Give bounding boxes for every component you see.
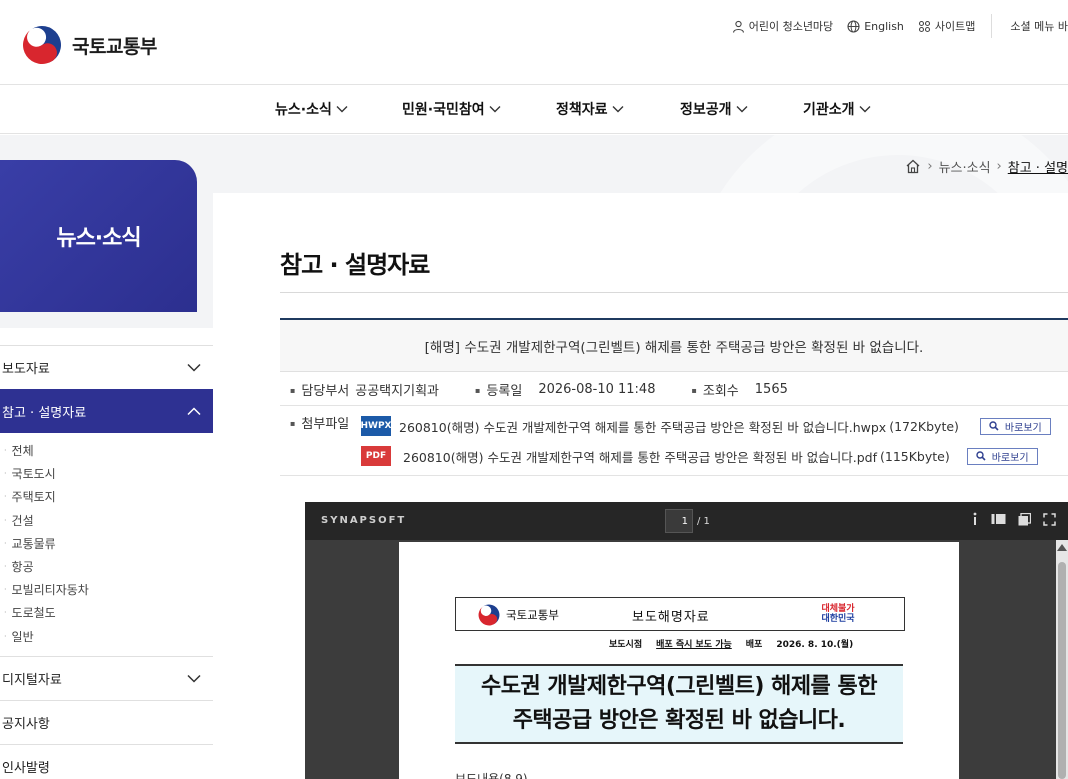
article-title: [해명] 수도권 개발제한구역(그린벨트) 해제를 통한 주택공급 방안은 확정… <box>280 318 1068 372</box>
article-meta: 담당부서 공공택지기획과 등록일 2026-08-10 11:48 조회수 15… <box>280 373 1068 406</box>
chevron-down-icon <box>489 105 501 113</box>
slogan-emblem: 대체불가 대한민국 <box>821 604 855 624</box>
taegeuk-logo-icon <box>23 26 61 64</box>
util-youth[interactable]: 어린이 청소년마당 <box>732 18 833 34</box>
header: 국토교통부 어린이 청소년마당 English 사이트맵 소셜 메뉴 바 <box>0 0 1068 85</box>
home-icon[interactable] <box>905 159 921 174</box>
gnb-policy[interactable]: 정책자료 <box>556 99 624 119</box>
search-icon <box>976 451 986 461</box>
chevron-down-icon <box>736 105 748 113</box>
meta-views: 조회수 1565 <box>691 380 788 399</box>
sidebar-title-box: 뉴스·소식 <box>0 160 197 312</box>
attachments-label: 첨부파일 <box>290 413 349 432</box>
globe-icon <box>847 19 860 33</box>
sidebar-item-notice[interactable]: 공지사항 <box>0 699 213 744</box>
chevron-up-icon <box>187 406 201 416</box>
doc-header-box: 국토교통부 보도해명자료 대체불가 대한민국 <box>455 597 905 631</box>
util-english[interactable]: English <box>847 20 904 33</box>
doc-title: 수도권 개발제한구역(그린벨트) 해제를 통한 주택공급 방안은 확정된 바 없… <box>455 664 903 744</box>
submenu-item-housing[interactable]: · 주택토지 <box>0 485 213 508</box>
document-viewer: SYNAPSOFT 1 / 1 국토교통부 보도해명자료 대체불가 대한민국 보… <box>305 502 1068 779</box>
meta-date: 등록일 2026-08-10 11:48 <box>475 380 655 399</box>
submenu-item-urban[interactable]: · 국토도시 <box>0 462 213 485</box>
breadcrumb-news[interactable]: 뉴스·소식 <box>939 157 991 176</box>
chevron-down-icon <box>187 363 201 372</box>
pdf-file-icon: PDF <box>361 446 391 466</box>
sidebar-item-reference[interactable]: 참고 · 설명자료 <box>0 389 213 433</box>
sidebar-title: 뉴스·소식 <box>56 226 141 251</box>
person-icon <box>732 20 745 33</box>
sidebar-item-press-release[interactable]: 보도자료 <box>0 345 213 389</box>
file-size: (115Kbyte) <box>879 448 950 464</box>
attachments: 첨부파일 HWPX 260810(해명) 수도권 개발제한구역 해제를 통한 주… <box>280 406 1068 476</box>
sitemap-icon <box>918 20 931 33</box>
taegeuk-logo-icon <box>478 604 500 626</box>
search-icon <box>989 421 999 431</box>
file-size: (172Kbyte) <box>889 418 959 434</box>
util-social[interactable]: 소셜 메뉴 바 <box>1010 18 1068 34</box>
file-link[interactable]: 260810(해명) 수도권 개발제한구역 해제를 통한 주택공급 방안은 확정… <box>403 447 877 466</box>
scroll-up-icon[interactable] <box>1057 544 1067 551</box>
doc-release-info: 보도시점 배포 즉시 보도 가능 배포 2026. 8. 10.(월) <box>609 640 854 650</box>
breadcrumb: › 뉴스·소식 › 참고 · 설명 <box>905 157 1068 176</box>
breadcrumb-separator: › <box>996 159 1002 174</box>
preview-button[interactable]: 바로보기 <box>979 417 1051 435</box>
submenu-item-aviation[interactable]: · 항공 <box>0 555 213 578</box>
doc-body: 보도내용(8.9) <box>455 772 528 779</box>
submenu-item-general[interactable]: · 일반 <box>0 625 213 648</box>
scroll-thumb[interactable] <box>1058 562 1066 779</box>
sidebar-item-personnel[interactable]: 인사발령 <box>0 743 213 779</box>
logo[interactable]: 국토교통부 <box>22 25 157 65</box>
submenu-item-road-rail[interactable]: · 도로철도 <box>0 601 213 624</box>
file-row: PDF 260810(해명) 수도권 개발제한구역 해제를 통한 주택공급 방안… <box>361 446 1038 466</box>
file-row: HWPX 260810(해명) 수도권 개발제한구역 해제를 통한 주택공급 방… <box>361 416 1051 436</box>
hwpx-file-icon: HWPX <box>361 416 392 436</box>
submenu-item-mobility[interactable]: · 모빌리티자동차 <box>0 578 213 601</box>
logo-text: 국토교통부 <box>72 35 157 58</box>
fit-page-icon[interactable] <box>1018 512 1031 526</box>
doc-type: 보도해명자료 <box>632 610 710 625</box>
viewer-scrollbar[interactable] <box>1056 540 1068 779</box>
gnb-civil[interactable]: 민원·국민참여 <box>402 99 501 119</box>
preview-button[interactable]: 바로보기 <box>966 447 1038 465</box>
submenu-item-logistics[interactable]: · 교통물류 <box>0 532 213 555</box>
gnb-about[interactable]: 기관소개 <box>803 99 871 119</box>
doc-org: 국토교통부 <box>478 604 559 626</box>
gnb-info[interactable]: 정보공개 <box>680 99 748 119</box>
page-indicator: 1 / 1 <box>665 509 710 533</box>
chevron-down-icon <box>612 105 624 113</box>
submenu-item-construction[interactable]: · 건설 <box>0 509 213 532</box>
chevron-down-icon <box>336 105 348 113</box>
viewer-brand: SYNAPSOFT <box>321 515 407 526</box>
viewer-toolbar: SYNAPSOFT 1 / 1 <box>305 502 1068 540</box>
document-page: 국토교통부 보도해명자료 대체불가 대한민국 보도시점 배포 즉시 보도 가능 … <box>399 542 959 779</box>
main-navigation: 뉴스·소식 민원·국민참여 정책자료 정보공개 기관소개 <box>0 86 1068 134</box>
divider <box>280 292 1068 293</box>
breadcrumb-current[interactable]: 참고 · 설명 <box>1008 157 1068 176</box>
page-input[interactable]: 1 <box>665 509 693 533</box>
sidebar-item-digital[interactable]: 디지털자료 <box>0 655 213 700</box>
util-sitemap[interactable]: 사이트맵 <box>918 18 975 34</box>
page-title: 참고 · 설명자료 <box>280 251 430 279</box>
util-divider <box>991 14 993 38</box>
utility-menu: 어린이 청소년마당 English 사이트맵 소셜 메뉴 바 <box>732 14 1068 38</box>
thumbnail-icon[interactable] <box>991 513 1006 525</box>
meta-dept: 담당부서 공공택지기획과 <box>290 380 439 399</box>
info-icon[interactable] <box>971 512 979 526</box>
chevron-down-icon <box>859 105 871 113</box>
viewer-tools <box>959 512 1056 526</box>
gnb-news[interactable]: 뉴스·소식 <box>275 99 348 119</box>
submenu-item-all[interactable]: · 전체 <box>0 439 213 462</box>
chevron-down-icon <box>187 674 201 683</box>
sidebar-submenu: · 전체 · 국토도시 · 주택토지 · 건설 · 교통물류 · 항공 · 모빌리티자동차 ·… <box>0 433 213 656</box>
fullscreen-icon[interactable] <box>1043 512 1056 526</box>
sidebar-menu: 보도자료 참고 · 설명자료 · 전체 · 국토도시 · 주택토지 · 건설 · 교통물류… <box>0 345 213 779</box>
file-link[interactable]: 260810(해명) 수도권 개발제한구역 해제를 통한 주택공급 방안은 확정… <box>399 417 886 436</box>
breadcrumb-separator: › <box>927 159 933 174</box>
